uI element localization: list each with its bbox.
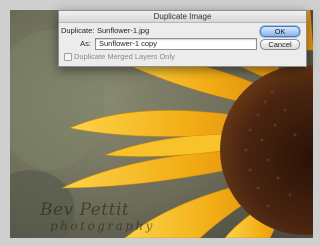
as-name-input[interactable] — [95, 38, 257, 50]
watermark-subtitle: photography — [50, 219, 155, 233]
cancel-button[interactable]: Cancel — [260, 39, 300, 50]
workspace: Bev Pettit photography Duplicate Image D… — [0, 0, 320, 246]
merged-layers-label: Duplicate Merged Layers Only — [74, 52, 175, 61]
ok-button[interactable]: OK — [260, 26, 300, 37]
duplicate-label: Duplicate: — [61, 26, 95, 35]
as-label: As: — [80, 39, 91, 48]
duplicate-filename: Sunflower-1.jpg — [97, 26, 150, 35]
watermark-name: Bev Pettit — [40, 200, 130, 220]
photographer-watermark: Bev Pettit photography — [40, 200, 155, 233]
merged-layers-checkbox[interactable] — [64, 53, 72, 61]
dialog-title: Duplicate Image — [59, 11, 306, 23]
duplicate-image-dialog: Duplicate Image Duplicate: Sunflower-1.j… — [58, 10, 307, 67]
